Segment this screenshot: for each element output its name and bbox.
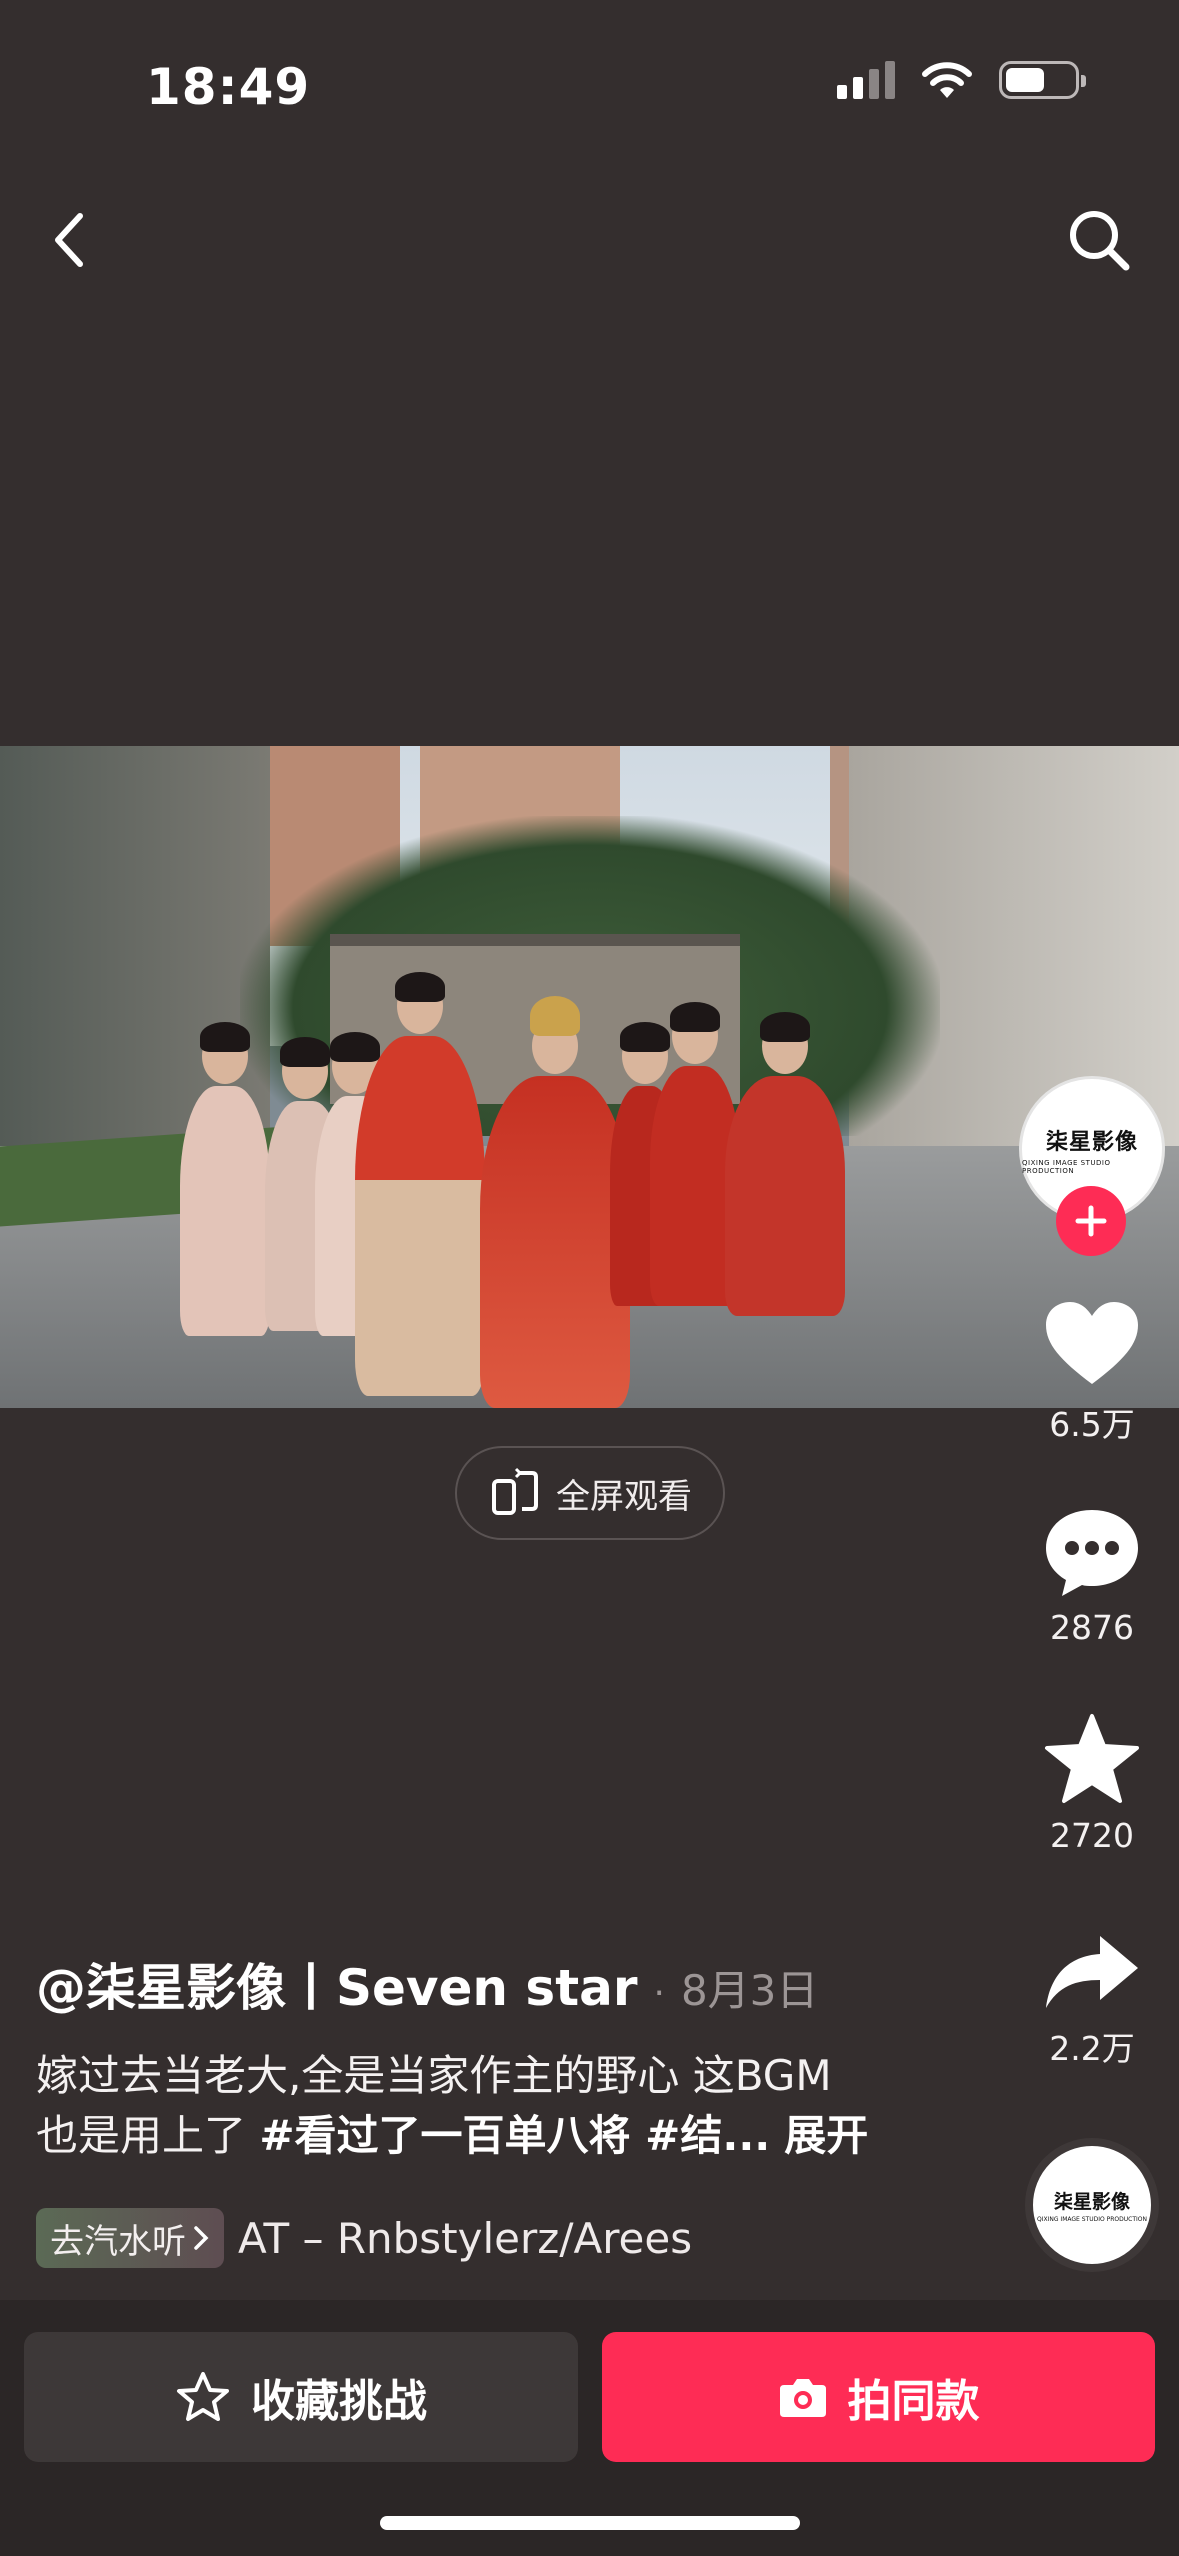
like-button[interactable]: 6.5万 <box>1040 1298 1144 1446</box>
fullscreen-label: 全屏观看 <box>556 1476 692 1517</box>
status-icons <box>837 60 1086 100</box>
like-count: 6.5万 <box>1049 1405 1135 1444</box>
search-button[interactable] <box>1059 200 1139 280</box>
star-outline-icon <box>177 2372 229 2421</box>
post-date: 8月3日 <box>680 1966 819 2015</box>
status-time: 18:49 <box>146 58 311 116</box>
comment-count: 2876 <box>1050 1608 1134 1647</box>
heart-icon <box>1046 1302 1138 1384</box>
post-author-line: @柒星影像丨Seven star · 8月3日 <box>36 1948 818 2020</box>
music-badge-label: 去汽水听 <box>50 2221 186 2262</box>
favorite-button[interactable]: 2720 <box>1040 1712 1144 1855</box>
post-description[interactable]: 嫁过去当老大,全是当家作主的野心 这BGM 也是用上了 #看过了一百单八将 #结… <box>36 2046 936 2166</box>
avatar-logo-text: 柒星影像 <box>1045 1128 1138 1155</box>
description-line-2-text: 也是用上了 <box>36 2111 260 2160</box>
expand-link[interactable]: 展开 <box>784 2111 868 2160</box>
shoot-same-label: 拍同款 <box>847 2376 980 2427</box>
description-line-2: 也是用上了 #看过了一百单八将 #结... 展开 <box>36 2106 936 2166</box>
share-button[interactable]: 2.2万 <box>1040 1932 1144 2070</box>
fullscreen-button[interactable]: 全屏观看 <box>455 1446 725 1540</box>
qishui-listen-badge[interactable]: 去汽水听 <box>36 2208 224 2268</box>
disc-logo-text: 柒星影像 <box>1053 2191 1130 2213</box>
star-icon <box>1045 1714 1139 1803</box>
wifi-icon <box>922 62 972 98</box>
bride-figure <box>480 996 630 1408</box>
bridesmaid-figure <box>180 1022 270 1336</box>
camera-icon <box>779 2379 826 2417</box>
share-count: 2.2万 <box>1049 2029 1135 2068</box>
plus-icon <box>1075 1205 1107 1237</box>
video-player[interactable] <box>0 746 1179 1408</box>
video-detail-screen: 18:49 全屏观看 柒星影像 QIXING IMAGE STUDIO PROD… <box>0 0 1179 2556</box>
avatar-logo-subtext: QIXING IMAGE STUDIO PRODUCTION <box>1022 1158 1111 1175</box>
chevron-right-icon <box>194 2226 209 2250</box>
comment-bubble-icon <box>1046 1510 1138 1596</box>
rotate-screen-icon <box>492 1467 538 1515</box>
groomsman-figure <box>725 1012 845 1316</box>
music-row[interactable]: 去汽水听 AT – Rnbstylerz/Arees <box>36 2208 736 2268</box>
music-disc[interactable]: 柒星影像 QIXING IMAGE STUDIO PRODUCTION <box>1025 2138 1159 2272</box>
follow-button[interactable] <box>1056 1186 1126 1256</box>
separator-dot: · <box>653 1973 665 2014</box>
home-indicator[interactable] <box>380 2516 800 2530</box>
battery-icon <box>999 61 1086 99</box>
favorite-count: 2720 <box>1050 1816 1134 1855</box>
groom-figure <box>355 972 485 1396</box>
cellular-signal-icon <box>837 61 895 99</box>
collect-challenge-label: 收藏挑战 <box>251 2376 427 2427</box>
music-title: AT – Rnbstylerz/Arees <box>238 2213 693 2263</box>
share-arrow-icon <box>1046 1936 1138 2008</box>
shoot-same-button[interactable]: 拍同款 <box>602 2332 1155 2462</box>
chevron-left-icon <box>55 213 83 267</box>
disc-logo-subtext: QIXING IMAGE STUDIO PRODUCTION <box>1037 2216 1147 2223</box>
comment-button[interactable]: 2876 <box>1040 1506 1144 1647</box>
search-icon <box>1070 211 1130 271</box>
hashtags[interactable]: #看过了一百单八将 #结... <box>259 2111 770 2160</box>
author-name[interactable]: @柒星影像丨Seven star <box>36 1948 638 2020</box>
back-button[interactable] <box>40 200 100 280</box>
description-line-1: 嫁过去当老大,全是当家作主的野心 这BGM <box>36 2051 832 2100</box>
collect-challenge-button[interactable]: 收藏挑战 <box>24 2332 578 2462</box>
